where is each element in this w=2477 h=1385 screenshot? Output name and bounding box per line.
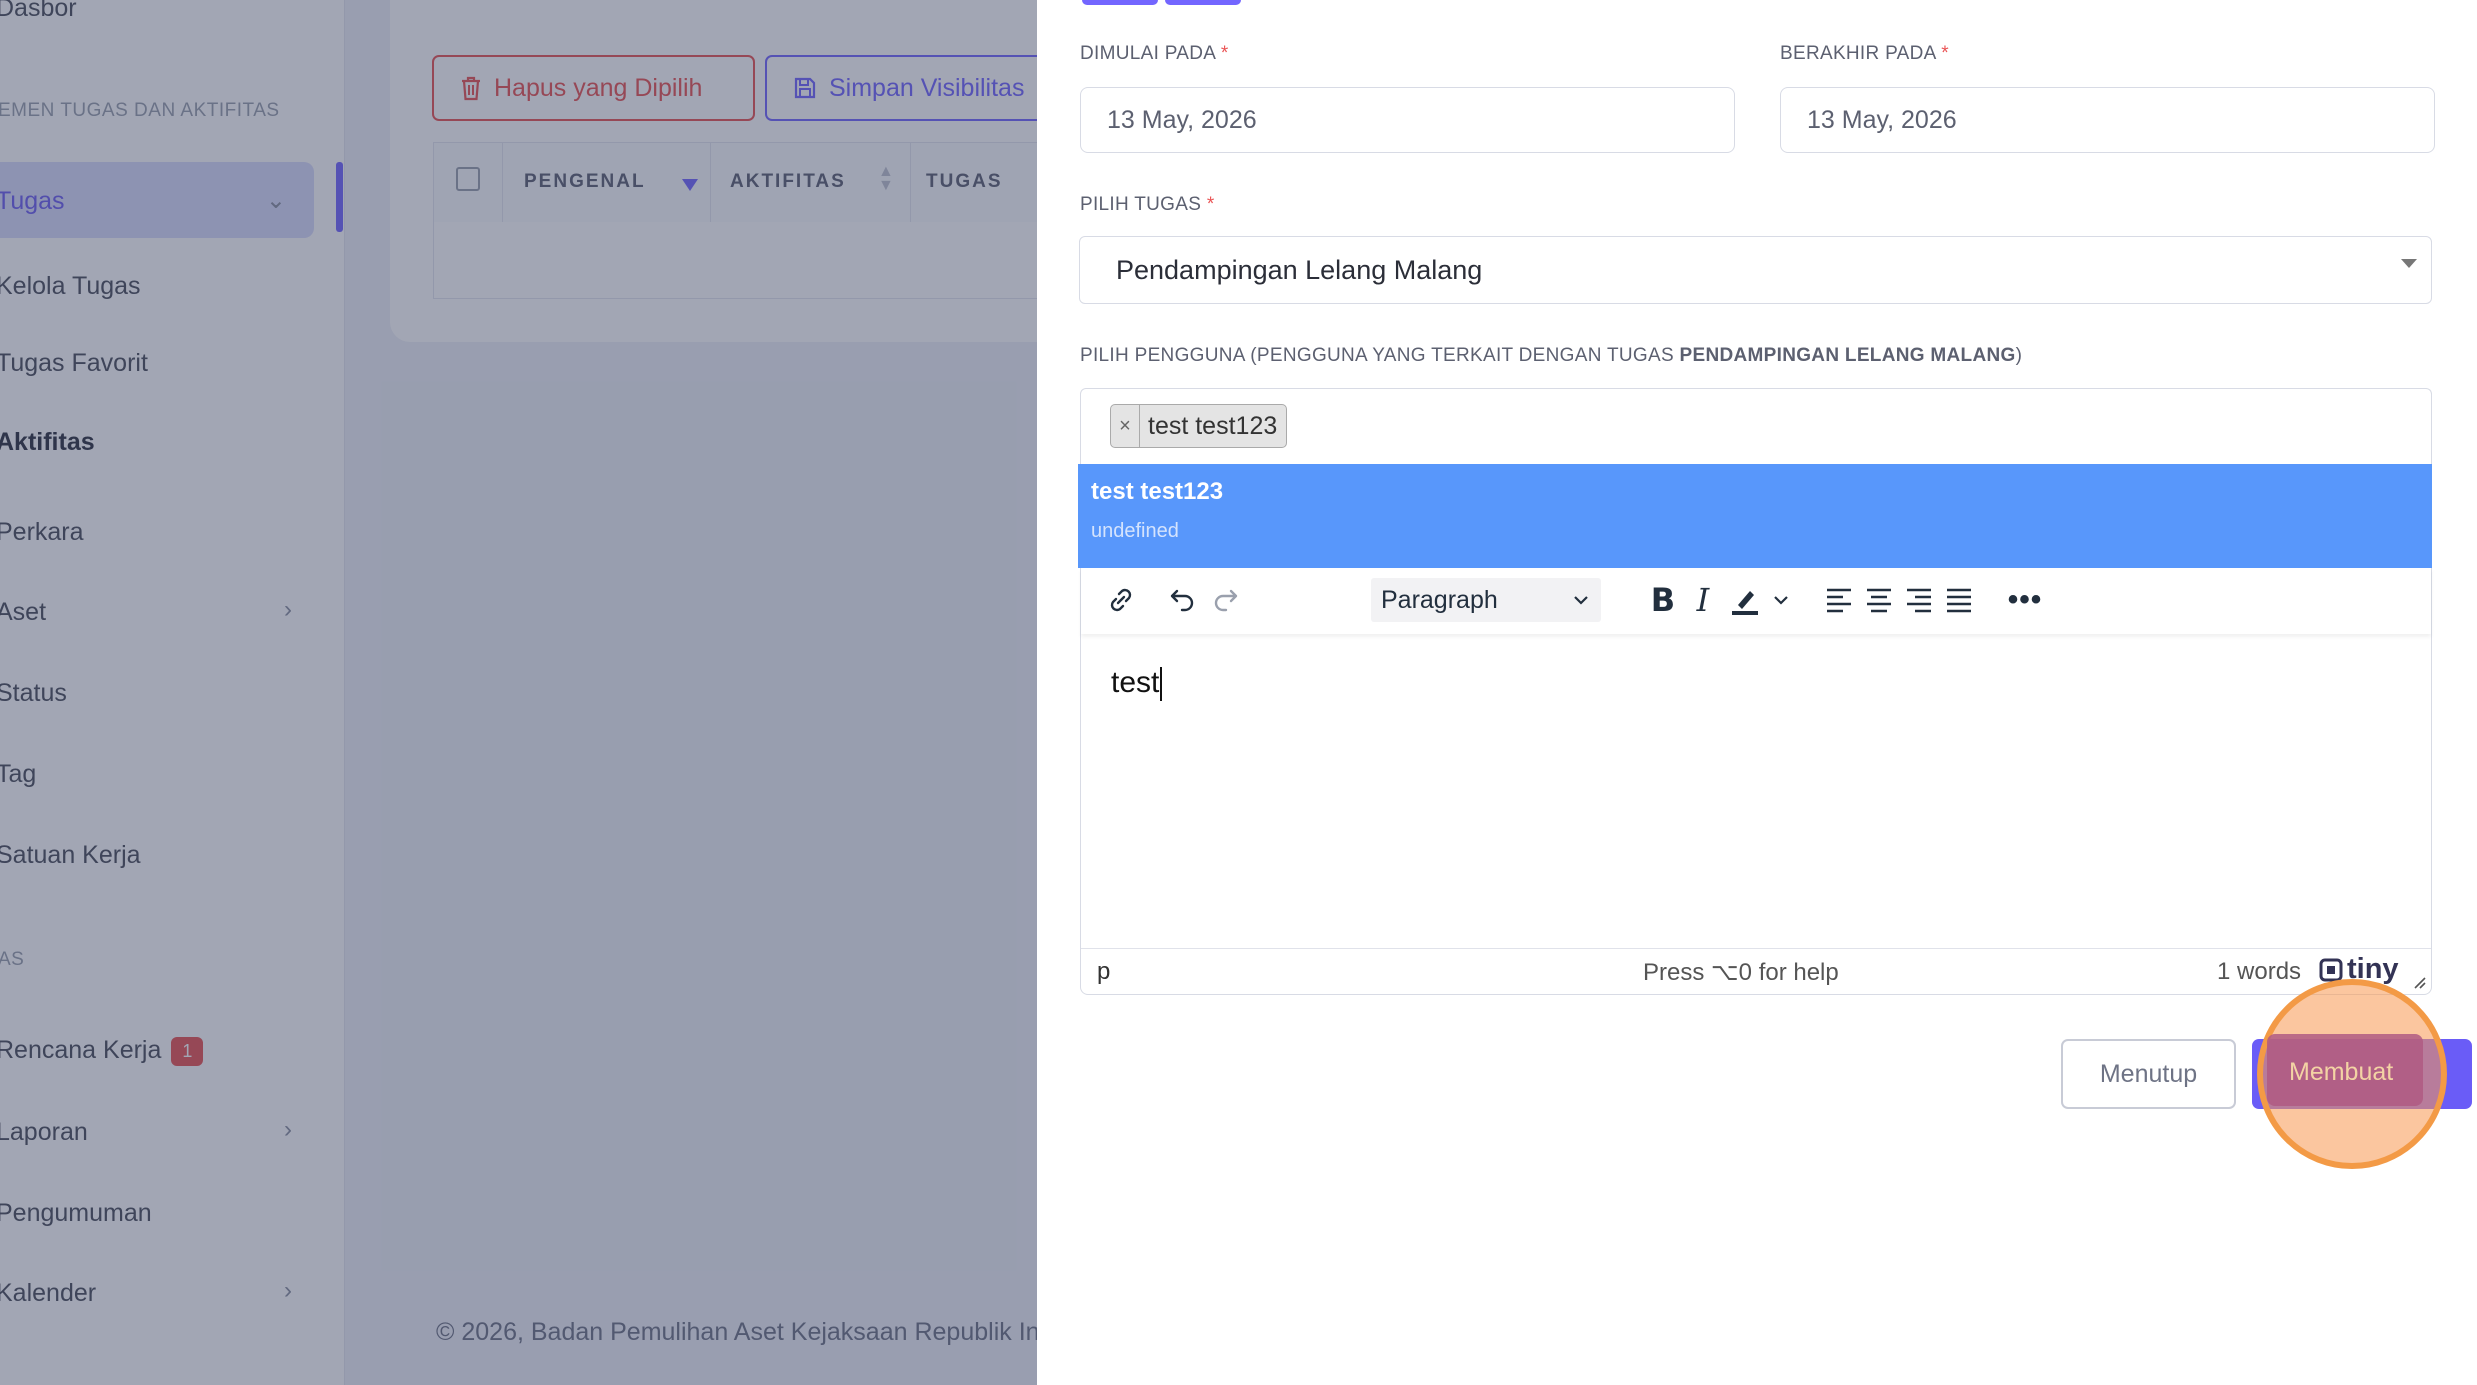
editor-text: test <box>1111 666 1160 699</box>
task-select[interactable]: Pendampingan Lelang Malang <box>1079 236 2432 304</box>
chevron-down-icon <box>1574 596 1588 605</box>
start-date-label: DIMULAI PADA * <box>1080 43 1229 65</box>
end-date-label-text: BERAKHIR PADA <box>1780 43 1936 64</box>
align-right-icon[interactable] <box>1897 578 1941 622</box>
undo-icon[interactable] <box>1161 578 1205 622</box>
user-select-label: PILIH PENGGUNA (PENGGUNA YANG TERKAIT DE… <box>1080 345 2022 367</box>
dropdown-option-title: test test123 <box>1091 478 1224 505</box>
redo-icon[interactable] <box>1203 578 1247 622</box>
rich-text-editor: Paragraph B I ••• test p Press ⌥0 for he… <box>1080 568 2432 995</box>
task-select-label-text: PILIH TUGAS <box>1080 194 1202 215</box>
text-caret <box>1160 667 1163 702</box>
align-left-icon[interactable] <box>1817 578 1861 622</box>
start-date-input[interactable]: 13 May, 2026 <box>1080 87 1735 153</box>
selected-user-tag-label: test test123 <box>1148 411 1278 440</box>
end-date-input[interactable]: 13 May, 2026 <box>1780 87 2435 153</box>
required-mark: * <box>1941 43 1949 64</box>
tiny-logo-icon <box>2319 958 2343 981</box>
block-format-value: Paragraph <box>1381 585 1498 614</box>
user-select-label-prefix: PILIH PENGGUNA (PENGGUNA YANG TERKAIT DE… <box>1080 345 1680 366</box>
user-multiselect[interactable]: × test test123 <box>1080 388 2432 466</box>
editor-content[interactable]: test <box>1111 666 1163 702</box>
editor-statusbar: p Press ⌥0 for help 1 words tiny <box>1081 948 2431 994</box>
dropdown-option-subtitle: undefined <box>1091 520 1179 542</box>
highlight-color-icon[interactable] <box>1723 578 1767 622</box>
link-icon[interactable] <box>1099 578 1143 622</box>
tab-indicator[interactable] <box>1165 0 1241 5</box>
more-options-icon[interactable]: ••• <box>2003 578 2047 622</box>
remove-tag-icon[interactable]: × <box>1111 405 1140 447</box>
element-path[interactable]: p <box>1097 958 1110 986</box>
modal-backdrop[interactable] <box>0 0 1037 1385</box>
create-button-label: Membuat <box>2289 1058 2394 1086</box>
editor-toolbar: Paragraph B I ••• <box>1081 568 2431 634</box>
bold-icon[interactable]: B <box>1641 578 1685 622</box>
highlight-color-dropdown-icon[interactable] <box>1767 578 1795 622</box>
task-select-label: PILIH TUGAS * <box>1080 194 1215 216</box>
block-format-select[interactable]: Paragraph <box>1371 578 1601 622</box>
tab-indicator[interactable] <box>1082 0 1158 5</box>
italic-icon[interactable]: I <box>1681 578 1725 622</box>
resize-handle-icon[interactable] <box>2411 974 2427 990</box>
dropdown-option-user[interactable]: test test123 undefined <box>1078 464 2432 568</box>
close-button[interactable]: Menutup <box>2061 1039 2236 1109</box>
user-select-label-suffix: ) <box>2015 345 2023 366</box>
help-hint: Press ⌥0 for help <box>1643 959 1839 986</box>
task-select-value: Pendampingan Lelang Malang <box>1116 254 1483 285</box>
user-select-label-task: PENDAMPINGAN LELANG MALANG <box>1679 345 2016 366</box>
required-mark: * <box>1206 194 1215 215</box>
dropdown-arrow-icon[interactable] <box>2401 259 2417 268</box>
create-activity-panel: DIMULAI PADA * BERAKHIR PADA * 13 May, 2… <box>1037 0 2477 1385</box>
word-count[interactable]: 1 words <box>2217 958 2301 986</box>
selected-user-tag: × test test123 <box>1110 404 1288 448</box>
required-mark: * <box>1220 43 1229 64</box>
end-date-label: BERAKHIR PADA * <box>1780 43 1949 65</box>
align-justify-icon[interactable] <box>1937 578 1981 622</box>
start-date-label-text: DIMULAI PADA <box>1080 43 1216 64</box>
align-center-icon[interactable] <box>1857 578 1901 622</box>
